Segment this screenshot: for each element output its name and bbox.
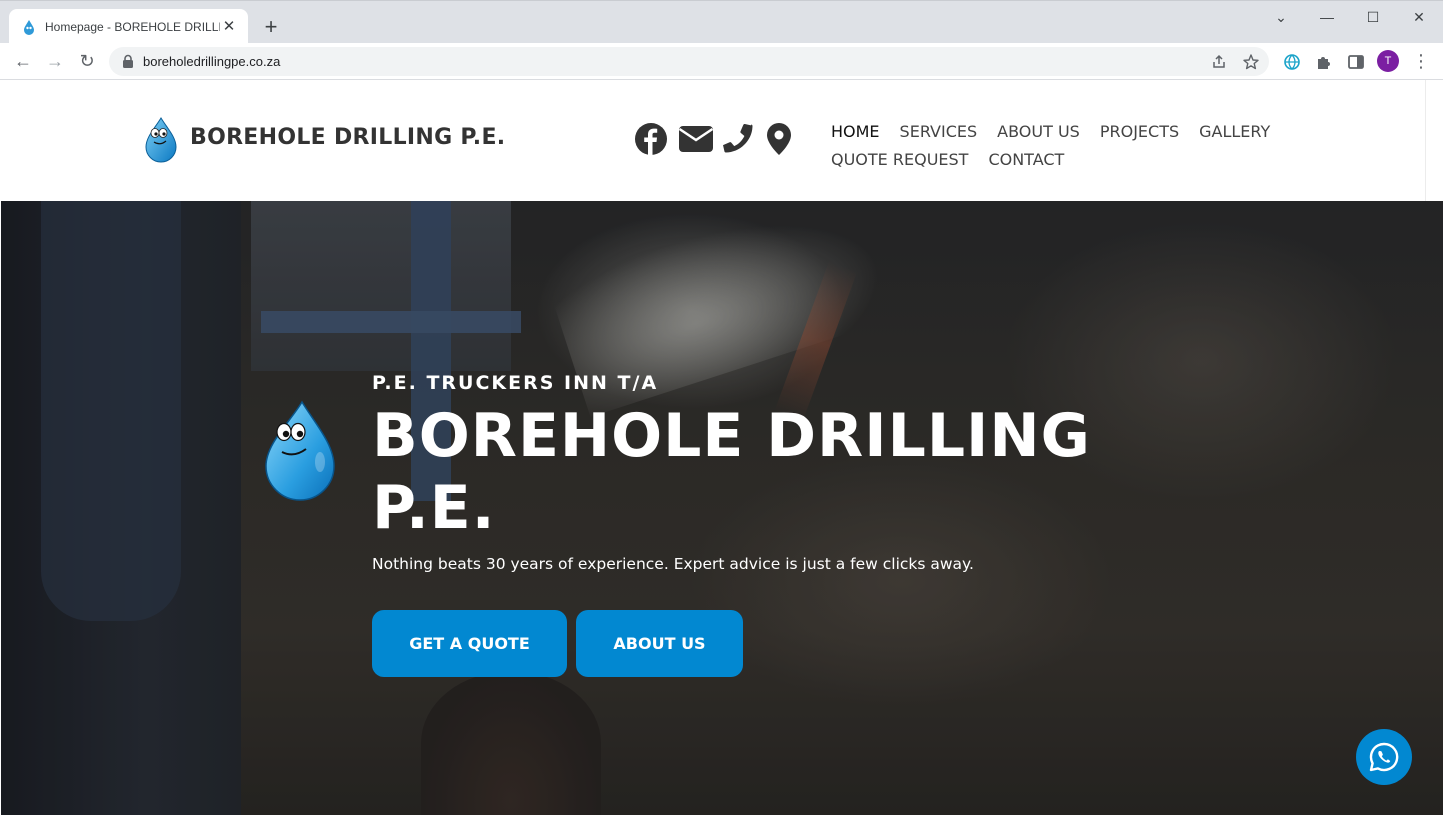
nav-row-1: HOME SERVICES ABOUT US PROJECTS GALLERY: [831, 117, 1301, 145]
hero-water-drop-mascot-icon: [265, 400, 335, 501]
hero-title: BOREHOLE DRILLING P.E.: [372, 401, 1091, 543]
nav-quote-request[interactable]: QUOTE REQUEST: [831, 150, 968, 169]
side-panel-icon[interactable]: [1346, 52, 1366, 72]
address-bar[interactable]: boreholedrillingpe.co.za: [109, 47, 1269, 76]
nav-services[interactable]: SERVICES: [900, 122, 978, 141]
nav-row-2: QUOTE REQUEST CONTACT: [831, 145, 1301, 173]
extension-globe-icon[interactable]: [1282, 52, 1302, 72]
logo-water-drop-icon[interactable]: [143, 117, 179, 163]
get-a-quote-button[interactable]: GET A QUOTE: [372, 610, 567, 677]
back-icon[interactable]: ←: [10, 48, 36, 74]
window-close-icon[interactable]: ✕: [1396, 6, 1442, 28]
about-us-button[interactable]: ABOUT US: [576, 610, 743, 677]
profile-avatar[interactable]: T: [1377, 50, 1399, 72]
facebook-icon[interactable]: [633, 121, 669, 157]
map-pin-icon[interactable]: [764, 121, 794, 157]
whatsapp-icon: [1369, 742, 1399, 772]
whatsapp-chat-button[interactable]: [1356, 729, 1412, 785]
tab-search-icon[interactable]: ⌄: [1258, 6, 1304, 28]
bookmark-star-icon[interactable]: [1242, 53, 1260, 71]
tab-title: Homepage - BOREHOLE DRILLING P.E.: [45, 19, 220, 34]
lock-icon: [123, 54, 133, 68]
nav-projects[interactable]: PROJECTS: [1100, 122, 1179, 141]
nav-home[interactable]: HOME: [831, 122, 880, 141]
new-tab-icon[interactable]: +: [259, 15, 283, 39]
email-icon[interactable]: [677, 121, 715, 157]
reload-icon[interactable]: ↻: [74, 48, 100, 74]
phone-icon[interactable]: [721, 121, 757, 157]
browser-toolbar: ← → ↻ boreholedrillingpe.co.za T ⋮: [0, 43, 1443, 80]
tab-close-icon[interactable]: ✕: [220, 18, 238, 36]
browser-tabstrip: Homepage - BOREHOLE DRILLING P.E. ✕ + ⌄ …: [0, 0, 1443, 44]
nav-contact[interactable]: CONTACT: [988, 150, 1064, 169]
hero-subtitle: Nothing beats 30 years of experience. Ex…: [372, 555, 974, 573]
extensions-puzzle-icon[interactable]: [1314, 52, 1334, 72]
hero-eyebrow: P.E. TRUCKERS INN T/A: [372, 372, 659, 394]
page-scrollbar[interactable]: [1425, 80, 1443, 201]
minimize-icon[interactable]: —: [1304, 6, 1350, 28]
site-logo-text[interactable]: BOREHOLE DRILLING P.E.: [190, 125, 505, 150]
share-icon[interactable]: [1210, 53, 1228, 71]
water-drop-icon: [24, 19, 34, 35]
main-navigation: HOME SERVICES ABOUT US PROJECTS GALLERY …: [831, 117, 1301, 173]
nav-about-us[interactable]: ABOUT US: [997, 122, 1080, 141]
browser-menu-icon[interactable]: ⋮: [1408, 48, 1434, 74]
nav-gallery[interactable]: GALLERY: [1199, 122, 1270, 141]
forward-icon[interactable]: →: [42, 48, 68, 74]
url-text[interactable]: boreholedrillingpe.co.za: [143, 54, 280, 69]
maximize-icon[interactable]: ☐: [1350, 6, 1396, 28]
browser-tab[interactable]: Homepage - BOREHOLE DRILLING P.E. ✕: [9, 9, 248, 44]
